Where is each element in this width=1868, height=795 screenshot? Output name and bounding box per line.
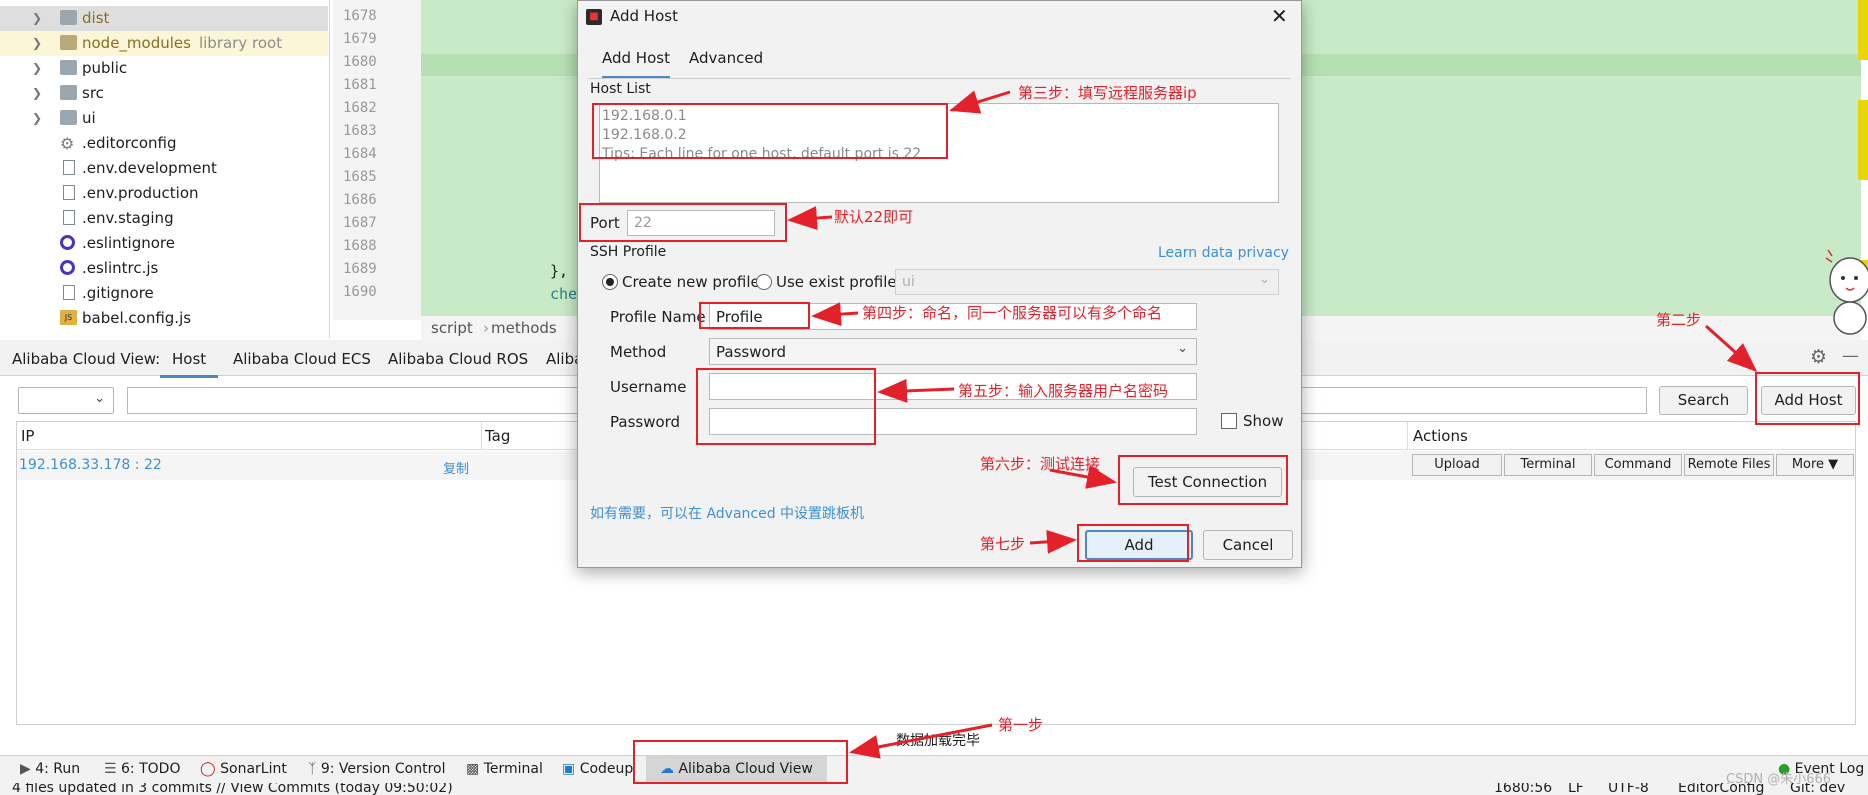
annotation-arrows: [787, 90, 1758, 759]
arrow-step6: [1049, 465, 1117, 489]
arrow-step4: [811, 302, 859, 327]
arrow-step1: [849, 723, 993, 759]
arrow-step7: [1029, 529, 1077, 554]
arrow-port: [787, 206, 833, 231]
arrow-step3: [949, 90, 1011, 114]
arrow-step2: [1704, 324, 1758, 373]
arrow-step5: [877, 378, 955, 403]
